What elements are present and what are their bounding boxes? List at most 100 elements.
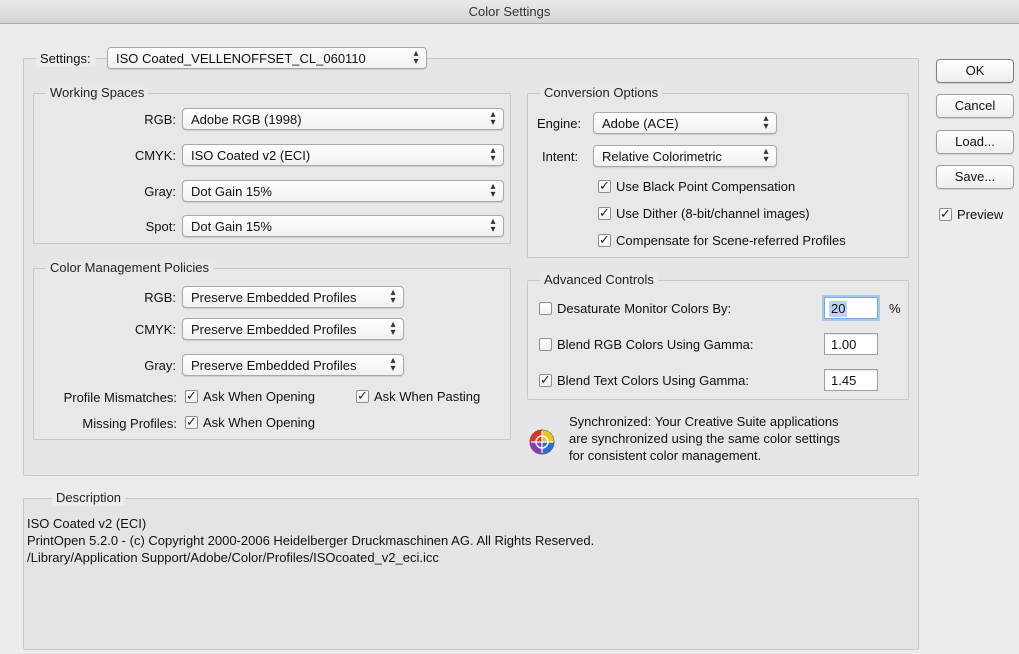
preview-checkbox[interactable]: ✓ Preview [939,206,1017,223]
select-arrows-icon: ▴ ▾ [390,319,396,338]
checkmark-icon: ✓ [357,388,368,403]
select-arrows-icon: ▴ ▾ [763,113,769,132]
mismatch-ask-pasting-label: Ask When Pasting [374,389,481,404]
mismatch-ask-opening-checkbox[interactable]: ✓ Ask When Opening [185,388,330,405]
checkbox-box: ✓ [356,388,369,403]
desaturate-value: 20 [829,301,848,317]
desaturate-checkbox[interactable]: Desaturate Monitor Colors By: [539,301,809,317]
ws-spot-select[interactable]: Dot Gain 15% ▴ ▾ [182,215,504,237]
select-arrows-icon: ▴ ▾ [390,355,396,374]
select-arrows-icon: ▴ ▾ [390,287,396,306]
checkbox-box: ✓ [539,372,552,387]
policy-rgb-value: Preserve Embedded Profiles [191,290,357,305]
blend-rgb-checkbox[interactable]: Blend RGB Colors Using Gamma: [539,337,809,353]
desaturate-label: Desaturate Monitor Colors By: [557,301,732,316]
desaturate-input[interactable]: 20 [824,297,878,319]
scene-referred-label: Compensate for Scene-referred Profiles [616,233,846,248]
dither-label: Use Dither (8-bit/channel images) [616,206,810,221]
checkmark-icon: ✓ [540,372,551,387]
sync-line-3: for consistent color management. [569,448,762,463]
ws-rgb-value: Adobe RGB (1998) [191,112,302,127]
working-spaces-title: Working Spaces [46,85,149,101]
cancel-button[interactable]: Cancel [936,94,1014,118]
select-arrows-icon: ▴ ▾ [413,48,419,67]
policy-gray-select[interactable]: Preserve Embedded Profiles ▴ ▾ [182,354,404,376]
checkbox-box: ✓ [185,414,198,429]
blend-text-label: Blend Text Colors Using Gamma: [557,373,749,388]
ws-gray-select[interactable]: Dot Gain 15% ▴ ▾ [182,180,504,202]
select-arrows-icon: ▴ ▾ [490,145,496,164]
select-arrows-icon: ▴ ▾ [490,181,496,200]
blend-text-checkbox[interactable]: ✓ Blend Text Colors Using Gamma: [539,372,809,389]
dither-checkbox[interactable]: ✓ Use Dither (8-bit/channel images) [598,205,868,222]
policy-cmyk-value: Preserve Embedded Profiles [191,322,357,337]
blend-rgb-value: 1.00 [831,337,857,352]
ws-spot-value: Dot Gain 15% [191,219,272,234]
ws-rgb-label: RGB: [144,112,176,127]
description-title: Description [52,490,126,506]
desaturate-unit: % [889,301,901,316]
checkbox-box [539,302,552,315]
policy-cmyk-label: CMYK: [134,322,176,337]
checkmark-icon: ✓ [186,414,197,429]
description-line-2: PrintOpen 5.2.0 - (c) Copyright 2000-200… [27,533,595,548]
blend-text-value: 1.45 [831,373,857,388]
checkbox-box [539,338,552,351]
checkbox-box: ✓ [185,388,198,403]
checkmark-icon: ✓ [186,388,197,403]
checkmark-icon: ✓ [599,205,610,220]
policies-title: Color Management Policies [46,260,213,276]
ws-gray-value: Dot Gain 15% [191,184,272,199]
sync-line-2: are synchronized using the same color se… [569,431,840,446]
policy-gray-value: Preserve Embedded Profiles [191,358,357,373]
ws-spot-label: Spot: [145,219,176,234]
ws-cmyk-label: CMYK: [134,148,176,163]
checkmark-icon: ✓ [599,232,610,247]
checkbox-box: ✓ [598,205,611,220]
conversion-options-title: Conversion Options [540,85,663,101]
select-arrows-icon: ▴ ▾ [490,216,496,235]
sync-line-1: Synchronized: Your Creative Suite applic… [569,414,839,429]
save-button[interactable]: Save... [936,165,1014,189]
description-text: ISO Coated v2 (ECI) PrintOpen 5.2.0 - (c… [27,515,594,566]
scene-referred-checkbox[interactable]: ✓ Compensate for Scene-referred Profiles [598,232,898,249]
settings-select[interactable]: ISO Coated_VELLENOFFSET_CL_060110 ▴ ▾ [107,47,427,69]
intent-label: Intent: [542,149,579,164]
advanced-controls-title: Advanced Controls [540,272,658,288]
checkmark-icon: ✓ [599,178,610,193]
select-arrows-icon: ▴ ▾ [763,146,769,165]
mismatch-ask-pasting-checkbox[interactable]: ✓ Ask When Pasting [356,388,501,405]
ws-rgb-select[interactable]: Adobe RGB (1998) ▴ ▾ [182,108,504,130]
profile-mismatches-label: Profile Mismatches: [63,390,177,405]
blend-rgb-label: Blend RGB Colors Using Gamma: [557,337,754,352]
black-point-checkbox[interactable]: ✓ Use Black Point Compensation [598,178,838,195]
color-wheel-icon [529,429,555,455]
policy-rgb-select[interactable]: Preserve Embedded Profiles ▴ ▾ [182,286,404,308]
missing-ask-opening-label: Ask When Opening [203,415,316,430]
intent-select[interactable]: Relative Colorimetric ▴ ▾ [593,145,777,167]
missing-profiles-label: Missing Profiles: [82,416,177,431]
select-arrows-icon: ▴ ▾ [490,109,496,128]
ws-gray-label: Gray: [144,184,176,199]
intent-value: Relative Colorimetric [602,149,722,164]
checkbox-box: ✓ [598,178,611,193]
ok-button[interactable]: OK [936,59,1014,83]
blend-rgb-input[interactable]: 1.00 [824,333,878,355]
title-bar: Color Settings [0,0,1019,24]
checkmark-icon: ✓ [940,206,951,221]
policy-cmyk-select[interactable]: Preserve Embedded Profiles ▴ ▾ [182,318,404,340]
engine-select[interactable]: Adobe (ACE) ▴ ▾ [593,112,777,134]
window-title: Color Settings [468,4,551,19]
policy-rgb-label: RGB: [144,290,176,305]
description-line-3: /Library/Application Support/Adobe/Color… [27,550,439,565]
sync-status-text: Synchronized: Your Creative Suite applic… [569,413,909,464]
black-point-label: Use Black Point Compensation [616,179,796,194]
settings-label: Settings: [36,51,95,67]
load-button[interactable]: Load... [936,130,1014,154]
blend-text-input[interactable]: 1.45 [824,369,878,391]
preview-label: Preview [957,207,1004,222]
checkbox-box: ✓ [939,206,952,221]
engine-value: Adobe (ACE) [602,116,679,131]
ws-cmyk-select[interactable]: ISO Coated v2 (ECI) ▴ ▾ [182,144,504,166]
missing-ask-opening-checkbox[interactable]: ✓ Ask When Opening [185,414,345,431]
